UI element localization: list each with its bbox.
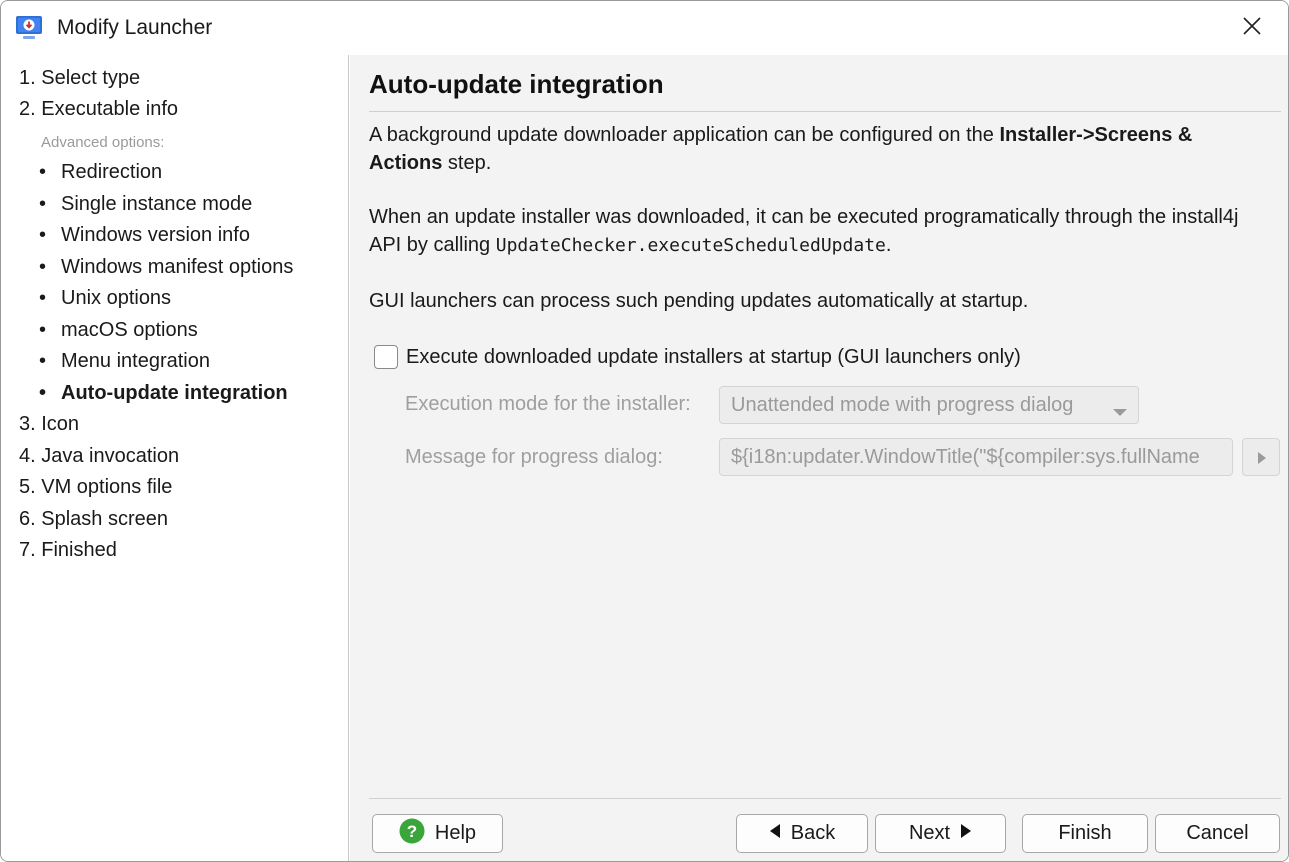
step-java-invocation[interactable]: 4. Java invocation [19, 445, 179, 468]
progress-message-label: Message for progress dialog: [405, 446, 663, 468]
close-icon [1242, 16, 1262, 41]
step-windows-version-info[interactable]: • Windows version info [39, 224, 250, 247]
execution-mode-label: Execution mode for the installer: [405, 393, 691, 415]
execute-at-startup-option[interactable]: Execute downloaded update installers at … [374, 345, 1021, 369]
content-panel: Auto-update integration A background upd… [350, 55, 1288, 861]
api-paragraph: When an update installer was downloaded,… [369, 206, 1239, 256]
step-splash-screen[interactable]: 6. Splash screen [19, 508, 168, 531]
chevron-down-icon [1112, 401, 1128, 424]
api-method-code: UpdateChecker.executeScheduledUpdate [495, 235, 886, 256]
next-button[interactable]: Next [875, 814, 1006, 853]
window-title: Modify Launcher [57, 16, 213, 39]
triangle-left-icon [769, 822, 781, 845]
progress-message-input[interactable]: ${i18n:updater.WindowTitle("${compiler:s… [719, 438, 1233, 476]
step-unix-options[interactable]: • Unix options [39, 287, 171, 310]
step-vm-options-file[interactable]: 5. VM options file [19, 476, 172, 499]
step-executable-info[interactable]: 2. Executable info [19, 98, 178, 121]
gui-launchers-paragraph: GUI launchers can process such pending u… [369, 290, 1029, 312]
finish-button[interactable]: Finish [1022, 814, 1148, 853]
download-monitor-icon [15, 15, 43, 41]
button-bar-divider [369, 798, 1281, 799]
step-windows-manifest-options[interactable]: • Windows manifest options [39, 256, 293, 279]
step-select-type[interactable]: 1. Select type [19, 67, 140, 90]
page-title: Auto-update integration [369, 69, 664, 99]
step-redirection[interactable]: • Redirection [39, 161, 162, 184]
step-single-instance-mode[interactable]: • Single instance mode [39, 193, 252, 216]
svg-text:?: ? [407, 822, 417, 841]
wizard-steps-sidebar: 1. Select type 2. Executable info Advanc… [1, 55, 349, 861]
help-icon: ? [399, 818, 425, 850]
modify-launcher-dialog: Modify Launcher 1. Select type 2. Execut… [0, 0, 1289, 862]
title-bar: Modify Launcher [1, 1, 1288, 55]
close-button[interactable] [1216, 1, 1288, 55]
advanced-options-label: Advanced options: [41, 134, 165, 151]
step-macos-options[interactable]: • macOS options [39, 319, 198, 342]
help-button[interactable]: ? Help [372, 814, 503, 853]
step-menu-integration[interactable]: • Menu integration [39, 350, 210, 373]
triangle-right-icon [960, 822, 972, 845]
back-button[interactable]: Back [736, 814, 868, 853]
execute-at-startup-label: Execute downloaded update installers at … [406, 345, 1021, 368]
step-finished[interactable]: 7. Finished [19, 539, 117, 562]
execution-mode-select[interactable]: Unattended mode with progress dialog [719, 386, 1139, 424]
execute-at-startup-checkbox[interactable] [374, 345, 398, 369]
cancel-button[interactable]: Cancel [1155, 814, 1280, 853]
heading-divider [369, 111, 1281, 112]
insert-variable-button[interactable] [1242, 438, 1280, 476]
step-auto-update-integration[interactable]: • Auto-update integration [39, 382, 288, 405]
intro-paragraph: A background update downloader applicati… [369, 124, 1193, 174]
step-icon[interactable]: 3. Icon [19, 413, 79, 436]
